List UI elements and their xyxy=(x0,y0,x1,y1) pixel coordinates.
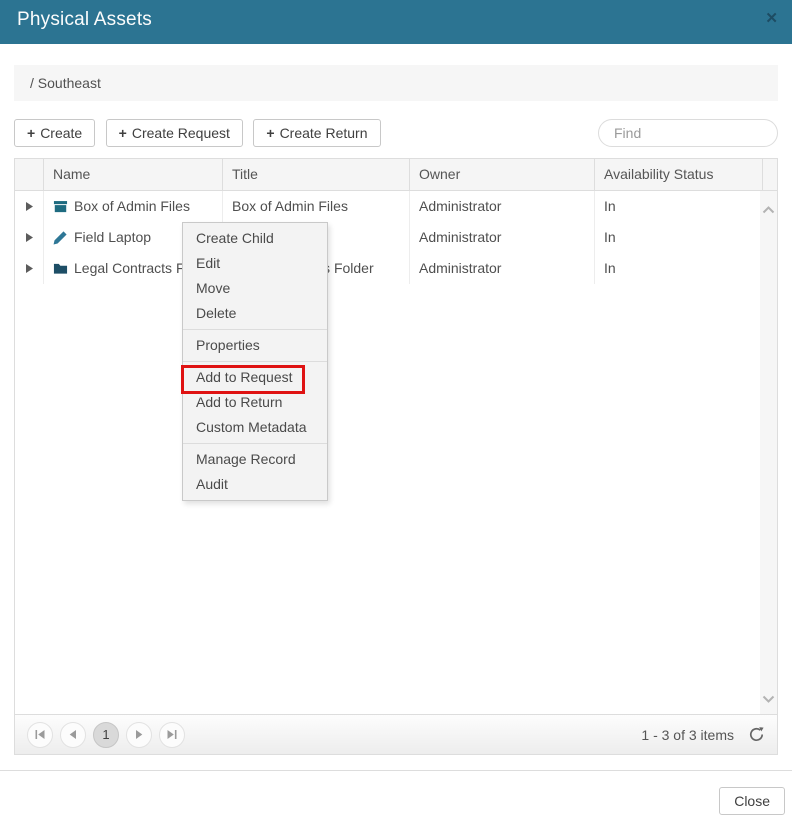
plus-icon: + xyxy=(119,125,127,141)
find-input[interactable] xyxy=(598,119,778,147)
scroll-up-icon[interactable] xyxy=(762,201,775,215)
availability-column-header[interactable]: Availability Status xyxy=(595,159,763,190)
owner-cell: Administrator xyxy=(410,253,595,284)
menu-item-move[interactable]: Move xyxy=(183,276,327,301)
expand-cell xyxy=(15,253,44,284)
first-page-button[interactable] xyxy=(27,722,53,748)
archive-box-icon xyxy=(53,199,68,214)
create-button[interactable]: + Create xyxy=(14,119,95,147)
availability-cell: In xyxy=(595,222,763,253)
breadcrumb: / Southeast xyxy=(14,65,778,101)
owner-column-header[interactable]: Owner xyxy=(410,159,595,190)
dialog-close-icon[interactable]: ✕ xyxy=(765,11,778,26)
create-return-button[interactable]: + Create Return xyxy=(253,119,380,147)
physical-assets-dialog: Physical Assets ✕ / Southeast + Create + C… xyxy=(0,0,792,825)
last-page-icon xyxy=(167,730,177,739)
menu-separator xyxy=(183,329,327,330)
menu-item-edit[interactable]: Edit xyxy=(183,251,327,276)
assets-grid: Name Title Owner Availability Status Box… xyxy=(14,158,778,755)
scroll-down-icon[interactable] xyxy=(762,690,775,704)
grid-body: Box of Admin Files Box of Admin Files Ad… xyxy=(15,191,777,714)
menu-separator xyxy=(183,361,327,362)
vertical-scrollbar[interactable] xyxy=(760,191,777,714)
asset-name: Box of Admin Files xyxy=(74,191,190,222)
menu-item-create-child[interactable]: Create Child xyxy=(183,226,327,251)
menu-item-add-to-return[interactable]: Add to Return xyxy=(183,390,327,415)
refresh-button[interactable] xyxy=(748,726,765,743)
menu-item-properties[interactable]: Properties xyxy=(183,333,327,358)
footer-divider xyxy=(0,770,792,771)
availability-cell: In xyxy=(595,253,763,284)
grid-header: Name Title Owner Availability Status xyxy=(15,159,777,191)
current-page-button[interactable]: 1 xyxy=(93,722,119,748)
pager-status: 1 - 3 of 3 items xyxy=(641,727,734,743)
create-button-label: Create xyxy=(40,125,82,141)
create-request-button-label: Create Request xyxy=(132,125,230,141)
pager-bar: 1 1 - 3 of 3 items xyxy=(15,714,777,754)
pencil-icon xyxy=(53,230,68,245)
last-page-button[interactable] xyxy=(159,722,185,748)
title-column-header[interactable]: Title xyxy=(223,159,410,190)
refresh-icon xyxy=(748,726,765,743)
header-filler xyxy=(763,159,777,190)
expand-column-header xyxy=(15,159,44,190)
menu-item-custom-metadata[interactable]: Custom Metadata xyxy=(183,415,327,440)
table-row-field-laptop[interactable]: Field Laptop Field Laptop Administrator … xyxy=(15,222,777,253)
create-return-button-label: Create Return xyxy=(280,125,368,141)
dialog-title: Physical Assets xyxy=(17,9,152,31)
asset-name: Field Laptop xyxy=(74,222,151,253)
create-request-button[interactable]: + Create Request xyxy=(106,119,243,147)
menu-item-audit[interactable]: Audit xyxy=(183,472,327,497)
availability-cell: In xyxy=(595,191,763,222)
previous-page-button[interactable] xyxy=(60,722,86,748)
expand-arrow-icon[interactable] xyxy=(26,233,33,242)
expand-arrow-icon[interactable] xyxy=(26,264,33,273)
name-column-header[interactable]: Name xyxy=(44,159,223,190)
expand-arrow-icon[interactable] xyxy=(26,202,33,211)
menu-item-manage-record[interactable]: Manage Record xyxy=(183,447,327,472)
context-menu: Create Child Edit Move Delete Properties… xyxy=(182,222,328,501)
menu-item-add-to-request[interactable]: Add to Request xyxy=(183,365,327,390)
close-button[interactable]: Close xyxy=(719,787,785,815)
toolbar: + Create + Create Request + Create Return xyxy=(14,119,778,147)
owner-cell: Administrator xyxy=(410,222,595,253)
dialog-titlebar: Physical Assets ✕ xyxy=(0,0,792,44)
next-page-button[interactable] xyxy=(126,722,152,748)
folder-icon xyxy=(53,261,68,276)
table-row-box-of-admin-files[interactable]: Box of Admin Files Box of Admin Files Ad… xyxy=(15,191,777,222)
first-page-icon xyxy=(35,730,45,739)
name-cell: Box of Admin Files xyxy=(44,191,223,222)
owner-cell: Administrator xyxy=(410,191,595,222)
plus-icon: + xyxy=(266,125,274,141)
menu-separator xyxy=(183,443,327,444)
table-row-legal-contracts-folder[interactable]: Legal Contracts Folder Legal Contracts F… xyxy=(15,253,777,284)
next-page-icon xyxy=(135,730,143,739)
expand-cell xyxy=(15,222,44,253)
expand-cell xyxy=(15,191,44,222)
title-cell: Box of Admin Files xyxy=(223,191,410,222)
previous-page-icon xyxy=(69,730,77,739)
plus-icon: + xyxy=(27,125,35,141)
menu-item-delete[interactable]: Delete xyxy=(183,301,327,326)
